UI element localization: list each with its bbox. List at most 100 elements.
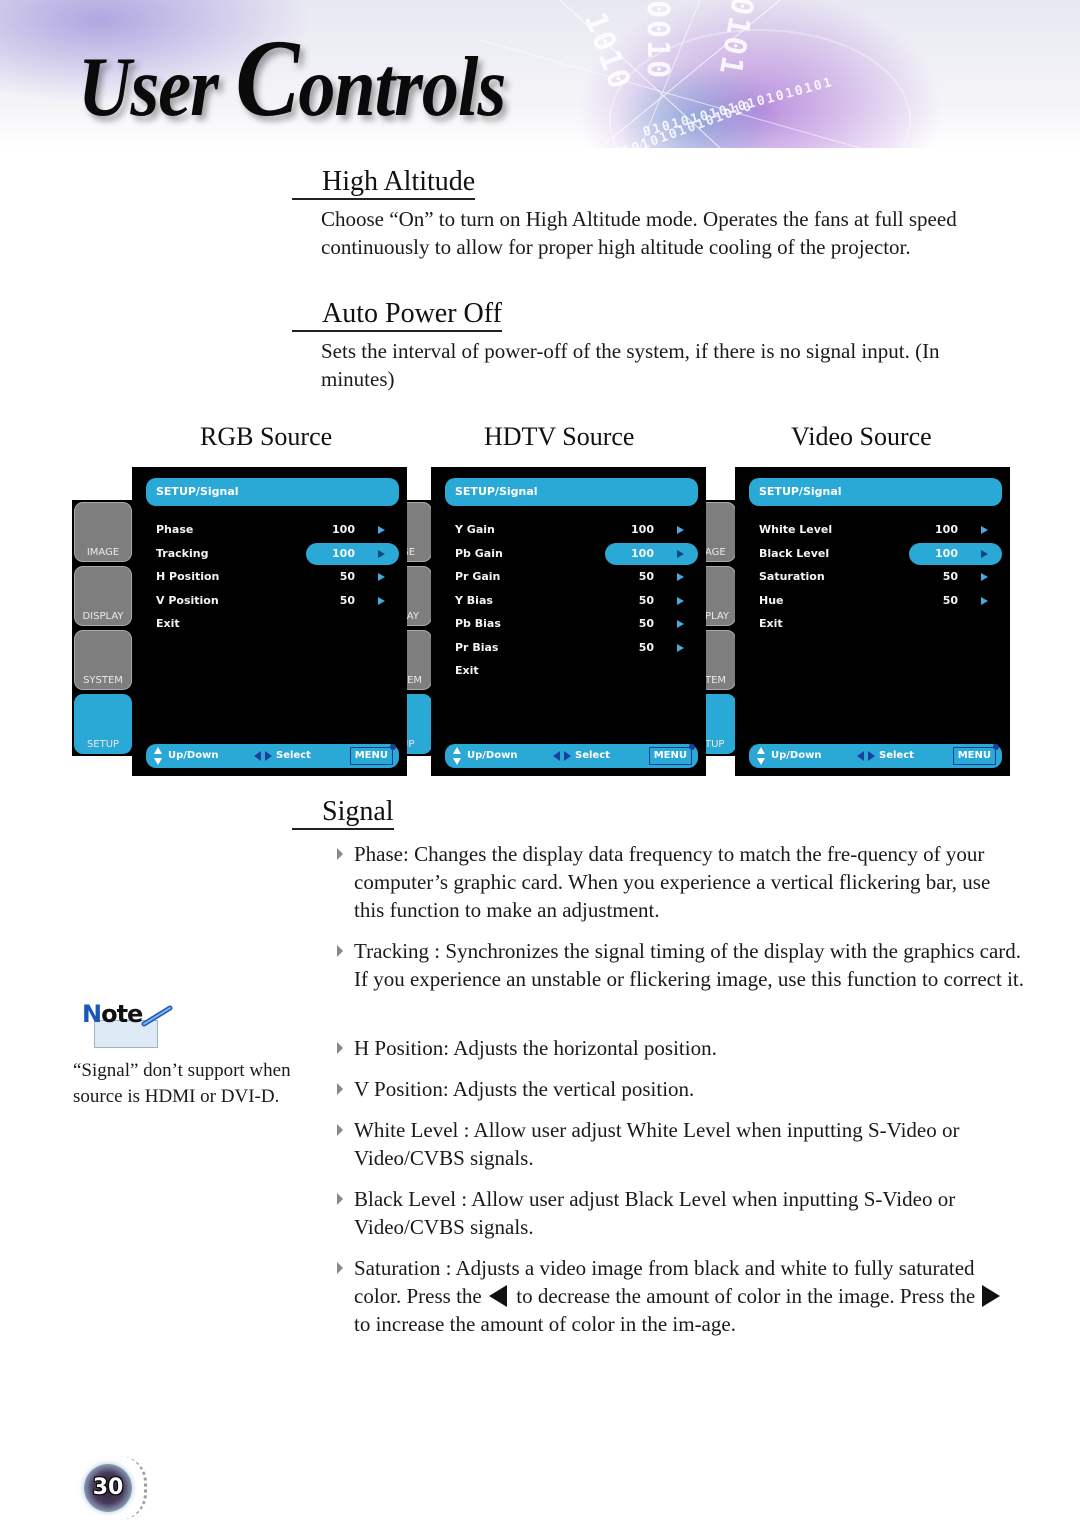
bullet-icon — [337, 945, 343, 957]
note-badge: Note — [78, 1000, 178, 1050]
osd-panel-video: SETUP/Signal White Level 100 Black Level 100… — [735, 467, 1010, 776]
left-right-arrows-icon — [857, 751, 875, 761]
left-right-arrows-icon — [553, 751, 571, 761]
osd-item-value: 50 — [942, 593, 958, 607]
osd-menu-item-hue[interactable]: Hue 50 — [749, 590, 1002, 612]
section-heading-high-altitude: High Altitude — [292, 166, 476, 200]
osd-header: SETUP/Signal — [445, 478, 698, 506]
osd-item-label: Pr Gain — [455, 570, 501, 583]
bullet-icon — [337, 848, 343, 860]
menu-button[interactable]: MENU — [349, 744, 397, 765]
osd-item-label: Phase — [156, 523, 194, 536]
right-arrow-icon[interactable] — [981, 526, 988, 534]
osd-footer: Up/Down Select MENU — [749, 744, 1002, 768]
updown-hint: Up/Down — [771, 750, 822, 761]
right-arrow-icon[interactable] — [378, 549, 385, 558]
osd-menu-item-pr-gain[interactable]: Pr Gain 50 — [445, 566, 698, 588]
high-altitude-description: Choose “On” to turn on High Altitude mod… — [321, 207, 957, 259]
osd-menu-item-phase[interactable]: Phase 100 — [146, 519, 399, 541]
osd-item-value: 100 — [631, 523, 654, 536]
osd-item-label: Y Gain — [455, 523, 495, 536]
video-source-label: Video Source — [791, 422, 932, 451]
banner-digits: 0010 — [640, 0, 675, 81]
right-arrow-icon[interactable] — [981, 549, 988, 558]
osd-menu-item-y-bias[interactable]: Y Bias 50 — [445, 590, 698, 612]
signal-item-tracking: Tracking : Synchronizes the signal timin… — [335, 937, 1025, 993]
rgb-source-label: RGB Source — [200, 422, 333, 451]
menu-button[interactable]: MENU — [648, 744, 696, 765]
up-down-arrows-icon — [154, 747, 162, 765]
menu-button[interactable]: MENU — [952, 744, 1000, 765]
osd-menu-item-saturation[interactable]: Saturation 50 — [749, 566, 1002, 588]
osd-item-label: White Level — [759, 523, 833, 536]
osd-item-label: Tracking — [156, 546, 209, 560]
up-down-arrows-icon — [757, 747, 765, 765]
osd-panel-rgb: SETUP/Signal Phase 100 Tracking 100 H Positio… — [132, 467, 407, 776]
osd-menu-item-pb-gain[interactable]: Pb Gain 100 — [445, 542, 698, 565]
osd-item-value: 100 — [332, 523, 355, 536]
osd-item-label: Hue — [759, 593, 784, 607]
right-arrow-icon[interactable] — [677, 620, 684, 628]
osd-menu-item-tracking[interactable]: Tracking 100 — [146, 542, 399, 565]
left-arrow-icon — [488, 1285, 507, 1307]
osd-menu-item-black-level[interactable]: Black Level 100 — [749, 542, 1002, 565]
osd-item-value: 100 — [935, 546, 958, 560]
right-arrow-icon[interactable] — [378, 573, 385, 581]
signal-item-white-level: White Level : Allow user adjust White Le… — [335, 1116, 1025, 1172]
osd-menu-item-exit[interactable]: Exit — [146, 613, 399, 635]
tab-display[interactable]: PLAY — [704, 566, 736, 626]
right-arrow-icon[interactable] — [677, 526, 684, 534]
tab-setup[interactable]: SETUP — [74, 694, 132, 754]
select-hint: Select — [575, 750, 610, 761]
right-arrow-icon[interactable] — [981, 596, 988, 605]
right-arrow-icon[interactable] — [677, 573, 684, 581]
osd-header: SETUP/Signal — [146, 478, 399, 506]
note-label: Note — [82, 1000, 143, 1028]
right-arrow-icon[interactable] — [677, 549, 684, 558]
osd-item-value: 50 — [339, 593, 355, 607]
osd-menu-item-h-position[interactable]: H Position 50 — [146, 566, 399, 588]
right-arrow-icon[interactable] — [677, 643, 684, 652]
right-arrow-icon[interactable] — [378, 526, 385, 534]
osd-item-value: 50 — [638, 570, 654, 583]
bullet-icon — [337, 1262, 343, 1274]
signal-item-v-position: V Position: Adjusts the vertical positio… — [335, 1075, 1025, 1103]
right-arrow-icon[interactable] — [981, 573, 988, 581]
bullet-icon — [337, 1042, 343, 1054]
osd-menu-item-white-level[interactable]: White Level 100 — [749, 519, 1002, 541]
tab-image[interactable]: IMAGE — [74, 502, 132, 562]
osd-item-label: H Position — [156, 570, 220, 583]
signal-item-phase: Phase: Changes the display data frequenc… — [335, 840, 1025, 924]
osd-item-label: Pr Bias — [455, 640, 499, 654]
right-arrow-icon[interactable] — [378, 596, 385, 605]
page-number-badge: 30 — [80, 1456, 147, 1520]
osd-menu-item-y-gain[interactable]: Y Gain 100 — [445, 519, 698, 541]
osd-item-label: Saturation — [759, 570, 825, 583]
select-hint: Select — [276, 750, 311, 761]
osd-menu-item-exit[interactable]: Exit — [749, 613, 1002, 635]
osd-menu-item-v-position[interactable]: V Position 50 — [146, 590, 399, 612]
tab-system[interactable]: SYSTEM — [74, 630, 132, 690]
osd-header: SETUP/Signal — [749, 478, 1002, 506]
osd-side-tabs: IMAGE DISPLAY SYSTEM SETUP — [72, 500, 134, 756]
tab-system[interactable]: TEM — [704, 630, 736, 690]
tab-setup[interactable]: TUP — [704, 694, 736, 754]
page-title: User Controls — [78, 16, 506, 140]
osd-item-value: 50 — [638, 640, 654, 654]
osd-item-value: 50 — [638, 593, 654, 607]
osd-item-label: Pb Gain — [455, 546, 503, 560]
right-arrow-icon[interactable] — [677, 596, 684, 605]
tab-display[interactable]: DISPLAY — [74, 566, 132, 626]
updown-hint: Up/Down — [467, 750, 518, 761]
osd-item-label: V Position — [156, 593, 219, 607]
section-heading-auto-power-off: Auto Power Off — [292, 298, 502, 332]
bullet-icon — [337, 1083, 343, 1095]
tab-image[interactable]: AGE — [704, 502, 736, 562]
updown-hint: Up/Down — [168, 750, 219, 761]
osd-item-label: Exit — [759, 617, 783, 630]
osd-menu-item-pb-bias[interactable]: Pb Bias 50 — [445, 613, 698, 635]
osd-menu-item-pr-bias[interactable]: Pr Bias 50 — [445, 637, 698, 659]
osd-menu-item-exit[interactable]: Exit — [445, 660, 698, 682]
hdtv-source-label: HDTV Source — [484, 422, 635, 451]
bullet-icon — [337, 1124, 343, 1136]
